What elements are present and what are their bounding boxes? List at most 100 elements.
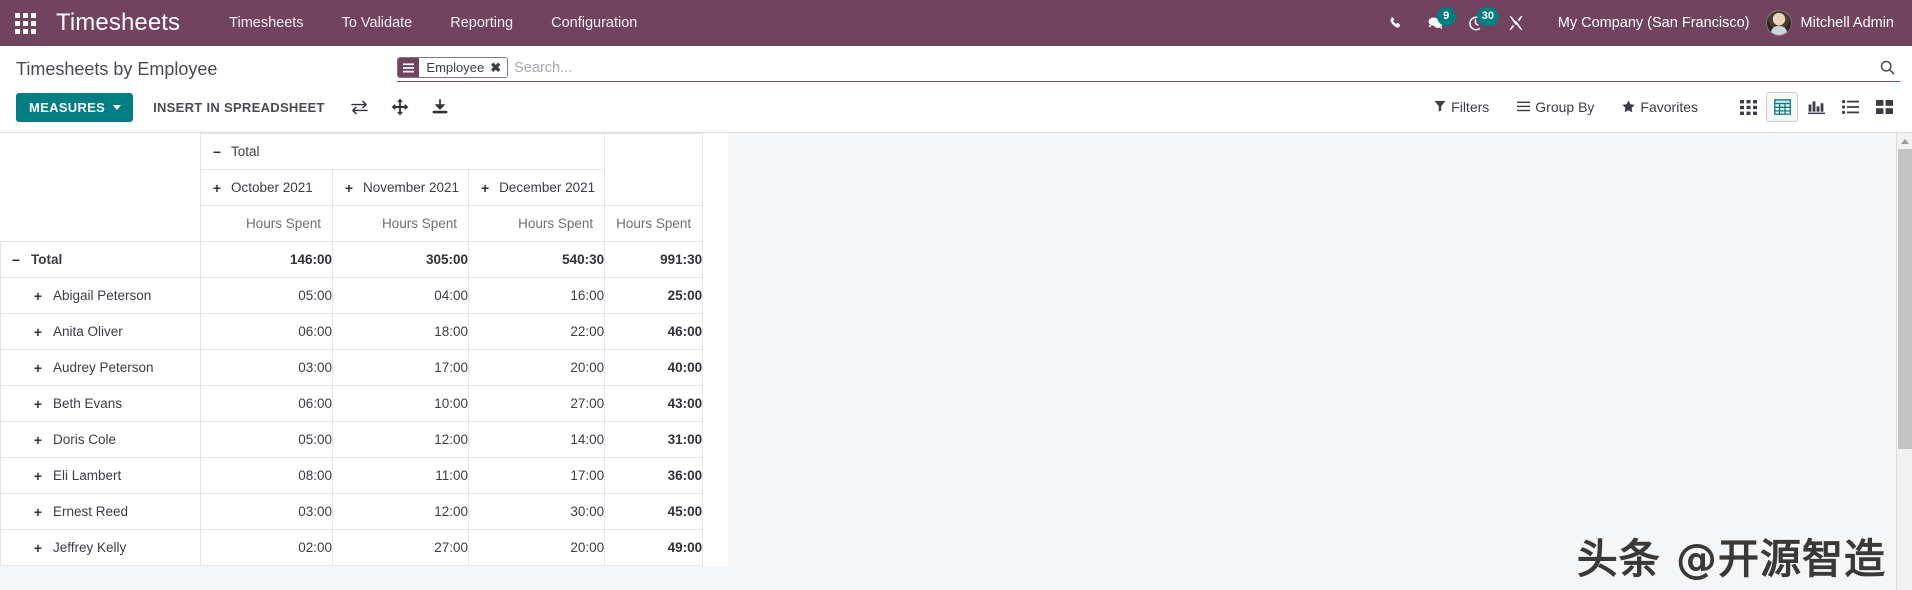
pivot-cell-total[interactable]: 36:00 <box>604 457 704 494</box>
pivot-cell[interactable]: 08:00 <box>200 457 333 494</box>
menu-item-timesheets[interactable]: Timesheets <box>210 3 322 44</box>
pivot-cell[interactable]: 12:00 <box>331 421 470 458</box>
view-switcher-graph-view[interactable] <box>1800 92 1832 122</box>
pivot-measure-header-december[interactable]: Hours Spent <box>468 205 606 242</box>
pivot-cell[interactable]: 06:00 <box>200 385 333 422</box>
pivot-row-header-doris-cole[interactable]: + Doris Cole <box>0 421 201 458</box>
vertical-scrollbar[interactable] <box>1896 133 1912 590</box>
view-switcher-list-view[interactable] <box>1834 92 1866 122</box>
pivot-row-header-beth-evans[interactable]: + Beth Evans <box>0 385 201 422</box>
pivot-cell-total[interactable]: 40:00 <box>604 349 704 386</box>
pivot-row-header-total[interactable]: − Total <box>0 241 201 278</box>
expand-toggle-icon[interactable]: + <box>31 397 45 411</box>
pivot-measure-header-october[interactable]: Hours Spent <box>200 205 333 242</box>
close-icon[interactable]: ✖ <box>489 58 508 77</box>
filters-dropdown[interactable]: Filters <box>1420 94 1503 120</box>
pivot-cell[interactable]: 22:00 <box>468 313 606 350</box>
insert-in-spreadsheet-button[interactable]: INSERT IN SPREADSHEET <box>141 93 337 122</box>
pivot-cell-total[interactable]: 49:00 <box>604 529 704 566</box>
pivot-cell[interactable]: 20:00 <box>468 529 606 566</box>
pivot-cell[interactable]: 02:00 <box>200 529 333 566</box>
collapse-toggle-icon[interactable]: − <box>9 253 23 267</box>
view-switcher-grid-view[interactable] <box>1732 92 1764 122</box>
debug-tools-icon[interactable] <box>1496 0 1536 46</box>
view-switcher-kanban-view[interactable] <box>1868 92 1900 122</box>
collapse-toggle-icon[interactable]: − <box>210 145 224 159</box>
pivot-cell[interactable]: 03:00 <box>200 493 333 530</box>
phone-icon[interactable] <box>1376 0 1416 46</box>
expand-toggle-icon[interactable]: + <box>478 181 492 195</box>
expand-toggle-icon[interactable]: + <box>31 541 45 555</box>
pivot-cell[interactable]: 11:00 <box>331 457 470 494</box>
menu-item-to-validate[interactable]: To Validate <box>323 3 432 44</box>
pivot-cell[interactable]: 03:00 <box>200 349 333 386</box>
pivot-cell[interactable]: 10:00 <box>331 385 470 422</box>
pivot-cell[interactable]: 30:00 <box>468 493 606 530</box>
pivot-row-header-ernest-reed[interactable]: + Ernest Reed <box>0 493 201 530</box>
search-input[interactable] <box>510 59 1874 76</box>
pivot-cell[interactable]: 14:00 <box>468 421 606 458</box>
pivot-col-header-december-2021[interactable]: + December 2021 <box>468 169 606 206</box>
pivot-col-group-total[interactable]: − Total <box>199 133 606 170</box>
apps-grid-icon[interactable] <box>8 6 42 40</box>
measures-button[interactable]: MEASURES <box>16 92 134 122</box>
pivot-cell[interactable]: 305:00 <box>331 241 470 278</box>
expand-toggle-icon[interactable]: + <box>31 361 45 375</box>
pivot-cell-total[interactable]: 31:00 <box>604 421 704 458</box>
expand-toggle-icon[interactable]: + <box>31 325 45 339</box>
flip-axis-icon[interactable] <box>343 92 377 122</box>
search-icon[interactable] <box>1874 60 1900 75</box>
expand-toggle-icon[interactable]: + <box>210 181 224 195</box>
group-by-dropdown[interactable]: Group By <box>1503 94 1608 120</box>
view-switcher-pivot-view[interactable] <box>1766 92 1798 122</box>
menu-item-reporting[interactable]: Reporting <box>431 3 532 44</box>
pivot-cell[interactable]: 05:00 <box>200 421 333 458</box>
pivot-cell[interactable]: 05:00 <box>200 277 333 314</box>
pivot-cell[interactable]: 540:30 <box>468 241 606 278</box>
pivot-col-header-november-2021[interactable]: + November 2021 <box>331 169 470 206</box>
pivot-row-header-jeffrey-kelly[interactable]: + Jeffrey Kelly <box>0 529 201 566</box>
pivot-cell-total[interactable]: 991:30 <box>604 241 704 278</box>
activities-icon[interactable]: 30 <box>1456 0 1499 46</box>
expand-toggle-icon[interactable]: + <box>31 505 45 519</box>
pivot-row-header-eli-lambert[interactable]: + Eli Lambert <box>0 457 201 494</box>
pivot-row-header-audrey-peterson[interactable]: + Audrey Peterson <box>0 349 201 386</box>
company-switcher[interactable]: My Company (San Francisco) <box>1536 15 1766 31</box>
search-facet-employee[interactable]: Employee ✖ <box>397 57 509 78</box>
messages-icon[interactable]: 9 <box>1416 0 1456 46</box>
user-menu[interactable]: Mitchell Admin <box>1765 10 1898 36</box>
pivot-cell[interactable]: 146:00 <box>200 241 333 278</box>
pivot-cell[interactable]: 12:00 <box>331 493 470 530</box>
pivot-cell[interactable]: 04:00 <box>331 277 470 314</box>
pivot-row-label: Total <box>31 252 63 267</box>
pivot-cell[interactable]: 16:00 <box>468 277 606 314</box>
pivot-cell[interactable]: 17:00 <box>331 349 470 386</box>
pivot-cell-total[interactable]: 43:00 <box>604 385 704 422</box>
expand-toggle-icon[interactable]: + <box>342 181 356 195</box>
pivot-cell[interactable]: 20:00 <box>468 349 606 386</box>
pivot-cell[interactable]: 06:00 <box>200 313 333 350</box>
expand-toggle-icon[interactable]: + <box>31 469 45 483</box>
menu-item-configuration[interactable]: Configuration <box>532 3 656 44</box>
scrollbar-thumb[interactable] <box>1898 149 1912 449</box>
pivot-cell[interactable]: 18:00 <box>331 313 470 350</box>
download-icon[interactable] <box>423 92 457 122</box>
pivot-row-header-anita-oliver[interactable]: + Anita Oliver <box>0 313 201 350</box>
expand-toggle-icon[interactable]: + <box>31 289 45 303</box>
expand-all-icon[interactable] <box>383 92 417 122</box>
pivot-cell[interactable]: 27:00 <box>468 385 606 422</box>
pivot-measure-header-total[interactable]: Hours Spent <box>604 205 704 242</box>
pivot-cell-total[interactable]: 45:00 <box>604 493 704 530</box>
expand-toggle-icon[interactable]: + <box>31 433 45 447</box>
pivot-cell-total[interactable]: 46:00 <box>604 313 704 350</box>
pivot-cell[interactable]: 27:00 <box>331 529 470 566</box>
user-name: Mitchell Admin <box>1800 15 1894 31</box>
favorites-dropdown[interactable]: Favorites <box>1608 94 1712 121</box>
pivot-cell[interactable]: 17:00 <box>468 457 606 494</box>
pivot-cell-total[interactable]: 25:00 <box>604 277 704 314</box>
pivot-col-header-october-2021[interactable]: + October 2021 <box>200 169 333 206</box>
pivot-row-header-abigail-peterson[interactable]: + Abigail Peterson <box>0 277 201 314</box>
app-brand-title[interactable]: Timesheets <box>56 9 180 37</box>
scroll-up-arrow-icon[interactable] <box>1897 133 1912 149</box>
pivot-measure-header-november[interactable]: Hours Spent <box>331 205 470 242</box>
